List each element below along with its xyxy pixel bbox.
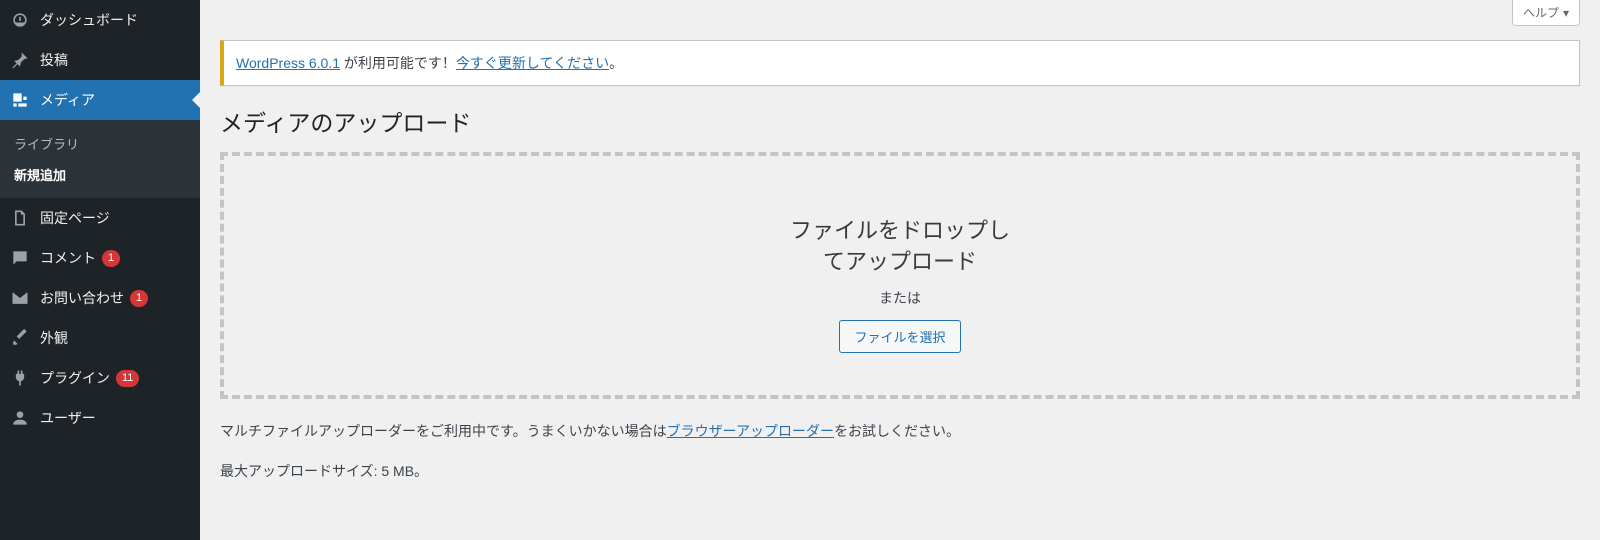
below-post: をお試しください。 (834, 423, 960, 439)
nav-label: 投稿 (40, 50, 68, 70)
sidebar-submenu-media: ライブラリ 新規追加 (0, 120, 200, 198)
nav-label: ユーザー (40, 408, 96, 428)
submenu-item-library[interactable]: ライブラリ (0, 128, 200, 159)
sidebar-item-appearance[interactable]: 外観 (0, 318, 200, 358)
sidebar-item-pages[interactable]: 固定ページ (0, 198, 200, 238)
notice-tail: 。 (609, 55, 623, 71)
sidebar-item-users[interactable]: ユーザー (0, 398, 200, 438)
nav-label: 外観 (40, 328, 68, 348)
drop-text: ファイルをドロップしてアップロード (780, 216, 1020, 278)
plugins-badge: 11 (116, 370, 139, 387)
pin-icon (10, 50, 34, 70)
brush-icon (10, 328, 34, 348)
chevron-down-icon: ▾ (1563, 6, 1569, 20)
help-tab[interactable]: ヘルプ ▾ (1512, 0, 1580, 26)
sidebar-item-inquiry[interactable]: お問い合わせ 1 (0, 278, 200, 318)
notice-version-link[interactable]: WordPress 6.0.1 (236, 55, 340, 71)
below-pre: マルチファイルアップローダーをご利用中です。うまくいかない場合は (220, 423, 667, 439)
upload-dropzone[interactable]: ファイルをドロップしてアップロード または ファイルを選択 (220, 152, 1580, 399)
sidebar-item-plugins[interactable]: プラグイン 11 (0, 358, 200, 398)
nav-label: お問い合わせ (40, 288, 124, 308)
uploader-info: マルチファイルアップローダーをご利用中です。うまくいかない場合はブラウザーアップ… (220, 421, 1580, 441)
comment-icon (10, 248, 34, 268)
submenu-item-add-new[interactable]: 新規追加 (0, 159, 200, 190)
update-notice: WordPress 6.0.1 が利用可能です！今すぐ更新してください。 (220, 40, 1580, 86)
nav-label: 固定ページ (40, 208, 110, 228)
or-text: または (224, 288, 1576, 308)
sidebar-item-media[interactable]: メディア (0, 80, 200, 120)
dashboard-icon (10, 10, 34, 30)
nav-label: コメント (40, 248, 96, 268)
admin-sidebar: ダッシュボード 投稿 メディア ライブラリ 新規追加 固定ページ (0, 0, 200, 540)
mail-icon (10, 288, 34, 308)
browser-uploader-link[interactable]: ブラウザーアップローダー (667, 423, 834, 439)
sidebar-item-dashboard[interactable]: ダッシュボード (0, 0, 200, 40)
max-upload-size: 最大アップロードサイズ: 5 MB。 (220, 461, 1580, 481)
help-tab-label: ヘルプ (1523, 4, 1559, 21)
notice-update-link[interactable]: 今すぐ更新してください (456, 55, 609, 71)
sidebar-item-posts[interactable]: 投稿 (0, 40, 200, 80)
plug-icon (10, 368, 34, 388)
sidebar-item-comments[interactable]: コメント 1 (0, 238, 200, 278)
page-title: メディアのアップロード (220, 104, 1580, 138)
inquiry-badge: 1 (130, 290, 148, 307)
nav-label: メディア (40, 90, 95, 110)
main-content: ヘルプ ▾ WordPress 6.0.1 が利用可能です！今すぐ更新してくださ… (200, 0, 1600, 540)
nav-label: ダッシュボード (40, 10, 138, 30)
media-icon (10, 90, 34, 110)
page-icon (10, 208, 34, 228)
user-icon (10, 408, 34, 428)
comments-badge: 1 (102, 250, 120, 267)
select-file-button[interactable]: ファイルを選択 (839, 320, 960, 353)
notice-middle: が利用可能です！ (340, 55, 456, 71)
nav-label: プラグイン (40, 368, 110, 388)
